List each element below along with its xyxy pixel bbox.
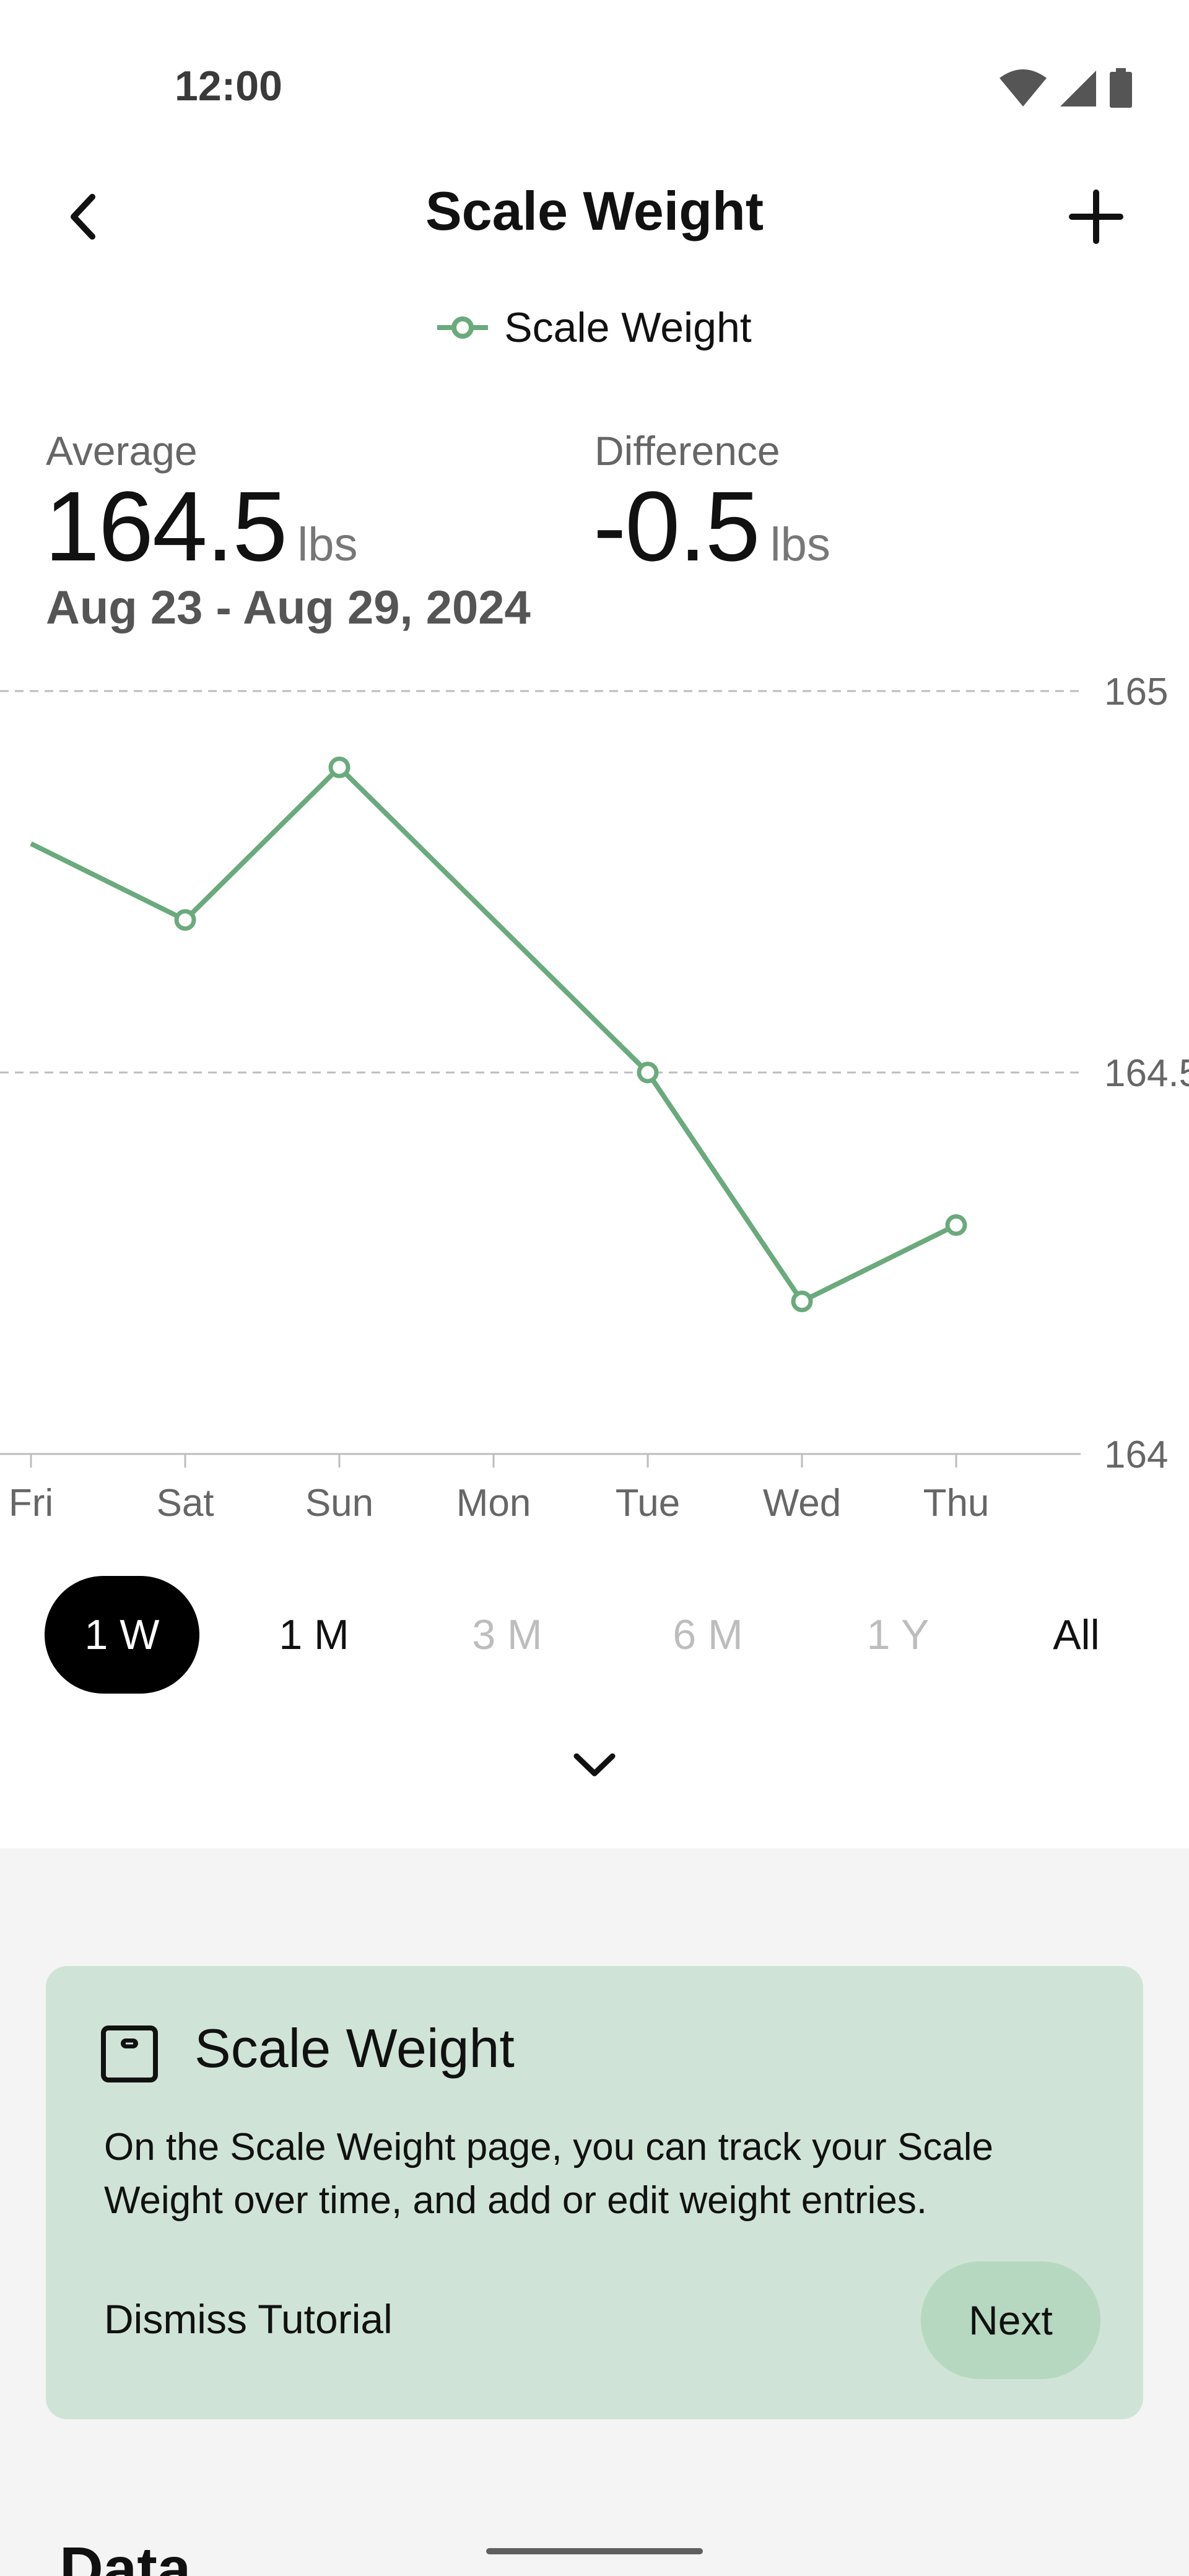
- data-point: [637, 1061, 659, 1084]
- signal-icon: [1060, 71, 1096, 107]
- data-point: [945, 1214, 967, 1236]
- chart-legend: Scale Weight: [0, 303, 1189, 352]
- data-point: [174, 909, 196, 931]
- tutorial-body: On the Scale Weight page, you can track …: [104, 2126, 993, 2222]
- battery-icon: [1110, 68, 1132, 108]
- difference-value: -0.5 lbs: [593, 477, 830, 576]
- x-tick-label: Sat: [156, 1482, 214, 1525]
- wifi-icon: [1000, 69, 1047, 107]
- average-value: 164.5 lbs: [45, 477, 358, 576]
- legend-marker-icon: [437, 316, 489, 339]
- average-label: Average: [46, 428, 198, 474]
- y-tick-label: 165: [1104, 671, 1168, 713]
- data-section-heading: Data: [59, 2535, 191, 2576]
- series-line: [30, 765, 957, 1304]
- date-range: Aug 23 - Aug 29, 2024: [46, 581, 531, 634]
- average-unit: lbs: [297, 518, 358, 571]
- dismiss-tutorial-button[interactable]: Dismiss Tutorial: [104, 2288, 393, 2350]
- range-6m[interactable]: 6 M: [630, 1576, 785, 1694]
- expand-button[interactable]: [564, 1734, 625, 1796]
- x-tick-label: Tue: [616, 1482, 681, 1525]
- x-tick-label: Mon: [456, 1482, 531, 1525]
- range-1y[interactable]: 1 Y: [821, 1576, 975, 1694]
- plus-icon: [1069, 189, 1123, 244]
- difference-label: Difference: [594, 428, 780, 474]
- data-point: [791, 1290, 813, 1313]
- next-button[interactable]: Next: [921, 2261, 1100, 2379]
- difference-number: -0.5: [593, 471, 760, 581]
- x-tick-label: Thu: [923, 1482, 990, 1525]
- status-icons: [998, 68, 1133, 109]
- y-tick-label: 164: [1104, 1434, 1168, 1476]
- scale-icon: [101, 2026, 158, 2082]
- data-point: [328, 756, 351, 778]
- time-range-selector: 1 W 1 M 3 M 6 M 1 Y All: [0, 1576, 1189, 1694]
- tutorial-card: Scale Weight On the Scale Weight page, y…: [46, 1966, 1143, 2419]
- status-time: 12:00: [175, 63, 282, 110]
- range-all[interactable]: All: [999, 1576, 1154, 1694]
- y-tick-label: 164.5: [1104, 1052, 1189, 1095]
- range-3m[interactable]: 3 M: [430, 1576, 585, 1694]
- add-entry-button[interactable]: [1059, 180, 1133, 254]
- difference-unit: lbs: [770, 518, 830, 571]
- home-indicator[interactable]: [486, 2548, 703, 2554]
- page-title: Scale Weight: [425, 180, 764, 242]
- x-tick-label: Sun: [305, 1482, 373, 1525]
- x-tick-label: Wed: [763, 1482, 841, 1525]
- range-1w[interactable]: 1 W: [45, 1576, 199, 1694]
- tutorial-title: Scale Weight: [194, 2017, 515, 2079]
- average-number: 164.5: [45, 471, 287, 581]
- range-1m[interactable]: 1 M: [237, 1576, 391, 1694]
- x-tick-label: Fri: [9, 1482, 53, 1525]
- legend-label: Scale Weight: [504, 304, 752, 351]
- weight-line-chart[interactable]: 164 164.5 165 Fri Sat Sun Mon Tue Wed Thu: [0, 644, 1189, 1548]
- chevron-down-icon: [573, 1753, 616, 1777]
